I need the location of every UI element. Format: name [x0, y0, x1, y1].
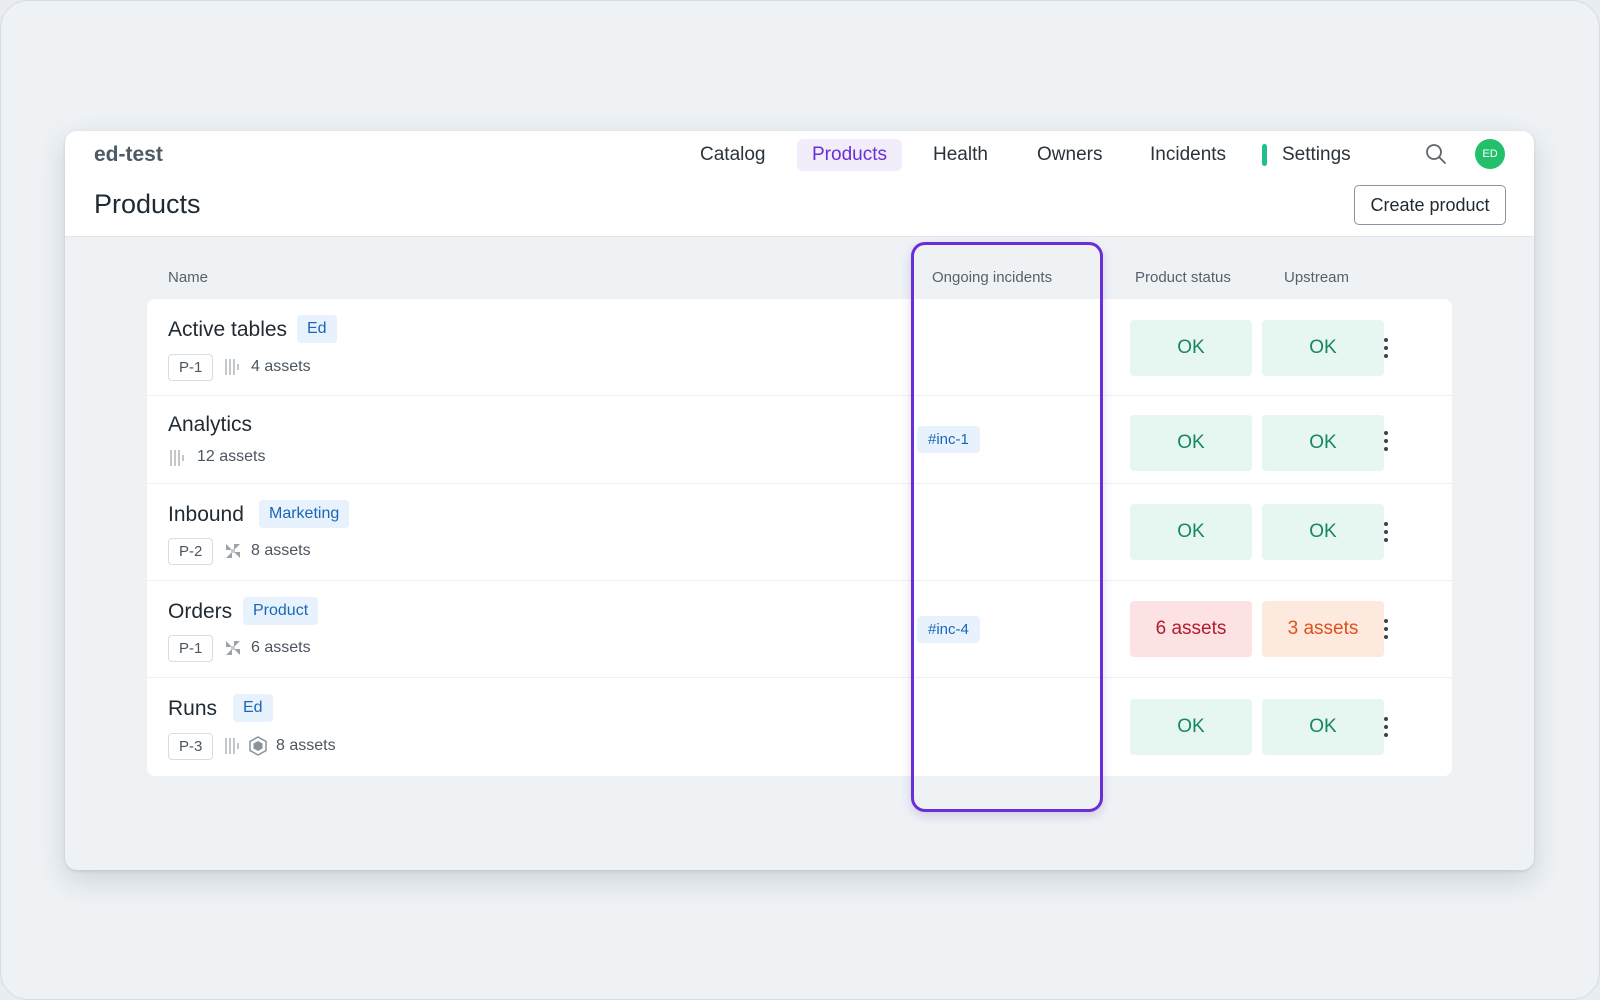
product-status-badge[interactable]: OK [1130, 320, 1252, 376]
create-product-button[interactable]: Create product [1354, 185, 1506, 225]
upstream-status-badge[interactable]: OK [1262, 415, 1384, 471]
column-header-product-status: Product status [1135, 269, 1231, 286]
product-code: P-1 [168, 354, 214, 381]
ongoing-incidents-column-highlight [911, 242, 1103, 812]
table-row[interactable]: Runs Ed P-3 8 assets OK OK [147, 678, 1452, 776]
row-menu-icon[interactable] [1375, 333, 1397, 363]
upstream-status-badge[interactable]: OK [1262, 699, 1384, 755]
asset-count: 12 assets [197, 448, 266, 465]
row-menu-icon[interactable] [1375, 712, 1397, 742]
nav-item-health[interactable]: Health [918, 139, 1003, 171]
row-menu-icon[interactable] [1375, 517, 1397, 547]
upstream-status-badge[interactable]: OK [1262, 320, 1384, 376]
product-code: P-3 [168, 733, 214, 760]
user-avatar[interactable]: ED [1475, 139, 1505, 169]
column-header-name: Name [168, 269, 209, 286]
upstream-status-badge[interactable]: OK [1262, 504, 1384, 560]
hexagon-icon [248, 736, 268, 756]
product-status-badge[interactable]: 6 assets [1130, 601, 1252, 657]
nav-item-incidents[interactable]: Incidents [1135, 139, 1241, 171]
integration-icon [223, 638, 243, 658]
table-icon [223, 357, 243, 377]
asset-count: 4 assets [251, 358, 311, 375]
product-status-badge[interactable]: OK [1130, 699, 1252, 755]
product-status-badge[interactable]: OK [1130, 415, 1252, 471]
table-icon [168, 448, 188, 468]
row-menu-icon[interactable] [1375, 426, 1397, 456]
product-name[interactable]: Active tables [168, 318, 287, 342]
owner-tag[interactable]: Marketing [259, 500, 350, 528]
nav-item-products[interactable]: Products [797, 139, 902, 171]
top-bar: ed-test Products Catalog Products Health… [65, 131, 1534, 237]
nav-item-owners[interactable]: Owners [1022, 139, 1117, 171]
product-code: P-2 [168, 538, 214, 565]
search-icon[interactable] [1423, 141, 1449, 167]
product-name[interactable]: Analytics [168, 413, 252, 437]
integration-icon [223, 541, 243, 561]
settings-status-indicator [1262, 144, 1267, 166]
table-row[interactable]: Inbound Marketing P-2 8 assets OK OK [147, 484, 1452, 581]
row-menu-icon[interactable] [1375, 614, 1397, 644]
asset-count: 6 assets [251, 639, 311, 656]
asset-count: 8 assets [276, 737, 336, 754]
table-row[interactable]: Orders Product P-1 6 assets #inc-4 6 ass… [147, 581, 1452, 678]
table-row[interactable]: Active tables Ed P-1 4 assets OK OK [147, 299, 1452, 396]
upstream-status-badge[interactable]: 3 assets [1262, 601, 1384, 657]
owner-tag[interactable]: Ed [233, 694, 273, 722]
table-row[interactable]: Analytics 12 assets #inc-1 OK OK [147, 396, 1452, 484]
nav-item-catalog[interactable]: Catalog [685, 139, 781, 171]
product-status-badge[interactable]: OK [1130, 504, 1252, 560]
owner-tag[interactable]: Ed [297, 315, 337, 343]
app-window: ed-test Products Catalog Products Health… [65, 131, 1534, 870]
column-header-upstream: Upstream [1284, 269, 1350, 286]
nav-item-settings[interactable]: Settings [1262, 139, 1366, 171]
product-name[interactable]: Runs [168, 697, 217, 721]
nav-item-settings-label: Settings [1282, 144, 1351, 165]
page-title: Products [94, 189, 201, 219]
asset-count: 8 assets [251, 542, 311, 559]
product-code: P-1 [168, 635, 214, 662]
workspace-name: ed-test [94, 143, 163, 166]
product-name[interactable]: Inbound [168, 503, 244, 527]
owner-tag[interactable]: Product [243, 597, 319, 625]
table-icon [223, 736, 243, 756]
products-table: Active tables Ed P-1 4 assets OK OK Anal… [147, 299, 1452, 776]
product-name[interactable]: Orders [168, 600, 232, 624]
